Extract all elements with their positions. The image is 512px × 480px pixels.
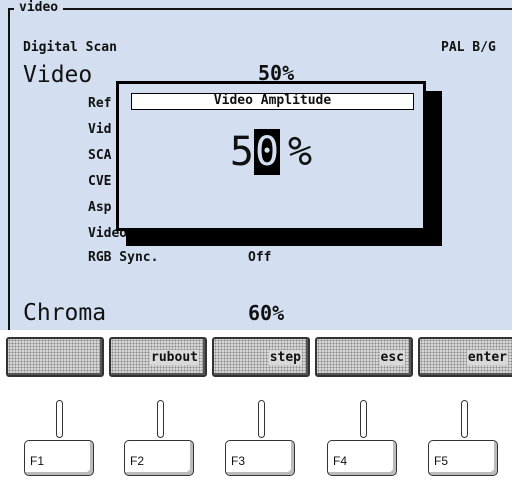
esc-button[interactable]: esc (315, 337, 413, 377)
key-stem (360, 400, 367, 438)
frame-left-line (8, 8, 10, 330)
frame-top-line (8, 8, 512, 10)
key-stem (56, 400, 63, 438)
settings-row-label[interactable]: SCA (88, 148, 111, 164)
percent-unit: % (288, 129, 313, 175)
f5-key[interactable]: F5 (428, 440, 498, 476)
settings-row-label[interactable]: Vid (88, 122, 111, 138)
key-stem (461, 400, 468, 438)
softkey-label: step (268, 349, 302, 365)
softkey-1[interactable] (6, 337, 104, 377)
enter-button[interactable]: enter (418, 337, 512, 377)
softkey-label: enter (466, 349, 508, 365)
f3-key[interactable]: F3 (225, 440, 295, 476)
dialog-title: Video Amplitude (131, 93, 414, 110)
settings-row-label[interactable]: CVE (88, 174, 111, 190)
section-label: Digital Scan (23, 40, 117, 55)
f2-key[interactable]: F2 (124, 440, 194, 476)
f1-key[interactable]: F1 (24, 440, 94, 476)
softkey-label: rubout (150, 349, 199, 365)
key-stem (258, 400, 265, 438)
amplitude-digit: 5 (229, 129, 254, 175)
rgb-sync-label[interactable]: RGB Sync. (88, 250, 158, 266)
key-stem (157, 400, 164, 438)
edit-cursor[interactable]: 0 (253, 129, 281, 175)
softkey-label: esc (379, 349, 405, 365)
instrument-screen: video Digital Scan PAL B/G Video 50% Ref… (0, 0, 512, 330)
standard-value: PAL B/G (441, 40, 496, 55)
tab-title[interactable]: video (14, 0, 64, 16)
chroma-value: 60% (248, 301, 285, 325)
f4-key[interactable]: F4 (327, 440, 397, 476)
chroma-label: Chroma (23, 300, 107, 326)
step-button[interactable]: step (212, 337, 310, 377)
settings-row-label[interactable]: Asp (88, 200, 111, 216)
rubout-button[interactable]: rubout (109, 337, 207, 377)
video-label: Video (23, 62, 93, 88)
rgb-sync-value: Off (248, 250, 272, 265)
video-amplitude-dialog: Video Amplitude 50% (116, 81, 426, 231)
amplitude-input[interactable]: 50% (119, 128, 423, 176)
softkey-bar: rubout step esc enter (0, 330, 512, 390)
settings-row-label[interactable]: Ref (88, 96, 111, 112)
